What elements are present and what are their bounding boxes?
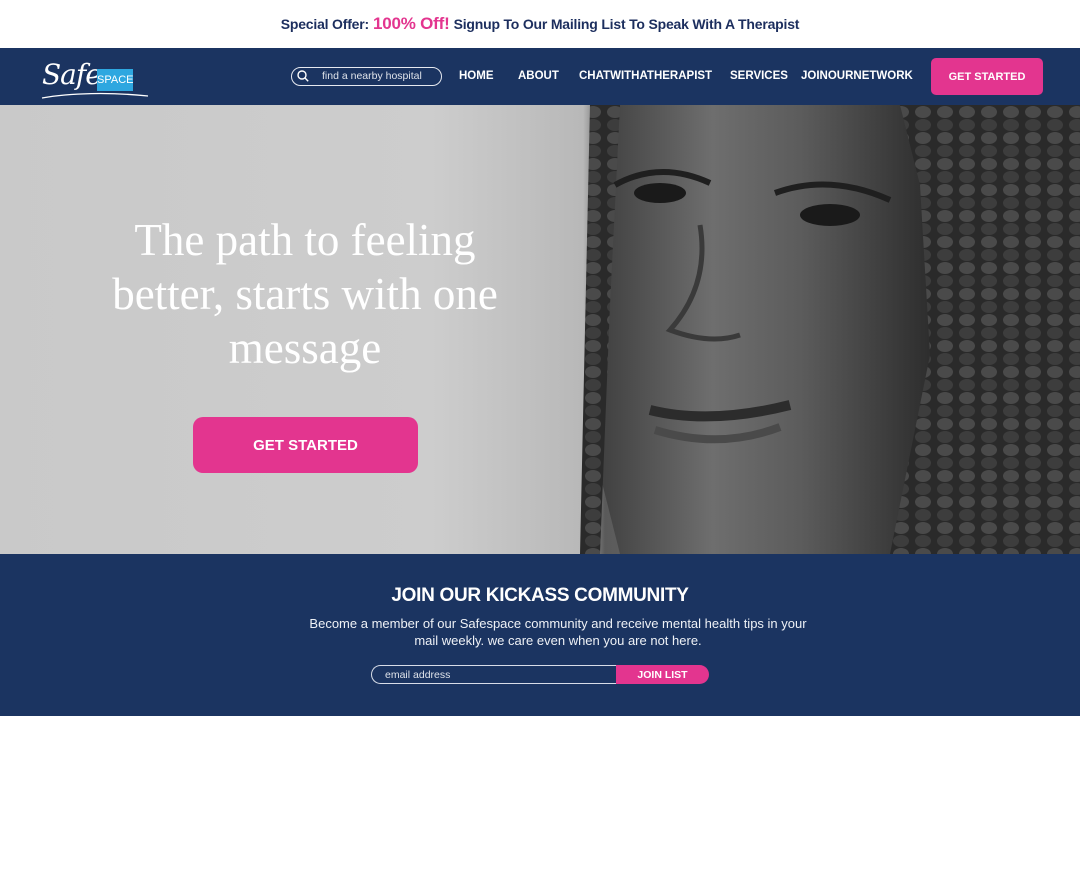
newsletter-section: JOIN OUR KICKASS COMMUNITY Become a memb… — [0, 554, 1080, 716]
nav-link-about[interactable]: ABOUT — [518, 70, 559, 82]
logo-box-text: SPACE — [97, 69, 133, 91]
logo-script-text: Safe — [42, 58, 102, 91]
email-input[interactable] — [371, 665, 621, 684]
promo-bar: Special Offer: 100% Off! Signup To Our M… — [0, 0, 1080, 48]
hero-headline: The path to feeling better, starts with … — [112, 215, 498, 373]
top-navbar: Safe SPACE HOME ABOUT CHATWITHATHERAPIST… — [0, 48, 1080, 105]
hero-portrait-image — [580, 105, 1080, 554]
search-input[interactable] — [322, 68, 437, 84]
nav-link-chat-with-a-therapist[interactable]: CHATWITHATHERAPIST — [579, 70, 712, 82]
search-icon — [297, 70, 309, 82]
join-list-button[interactable]: JOIN LIST — [616, 665, 709, 684]
nav-link-services[interactable]: SERVICES — [730, 70, 788, 82]
page-blank-area — [0, 716, 1080, 876]
newsletter-description: Become a member of our Safespace communi… — [309, 616, 807, 648]
newsletter-heading: JOIN OUR KICKASS COMMUNITY — [391, 585, 689, 606]
promo-prefix: Special Offer: — [280, 16, 369, 32]
nav-get-started-button[interactable]: GET STARTED — [931, 58, 1043, 95]
hero-section: The path to feeling better, starts with … — [0, 105, 1080, 554]
search-box[interactable] — [291, 67, 442, 86]
hero-get-started-button[interactable]: GET STARTED — [193, 417, 418, 473]
newsletter-form: JOIN LIST — [371, 665, 709, 684]
promo-suffix: Signup To Our Mailing List To Speak With… — [453, 16, 800, 32]
nav-link-home[interactable]: HOME — [459, 70, 494, 82]
promo-highlight: 100% Off! — [372, 14, 450, 33]
safespace-logo[interactable]: Safe SPACE — [40, 52, 152, 102]
nav-link-join-our-network[interactable]: JOINOURNETWORK — [801, 70, 913, 82]
